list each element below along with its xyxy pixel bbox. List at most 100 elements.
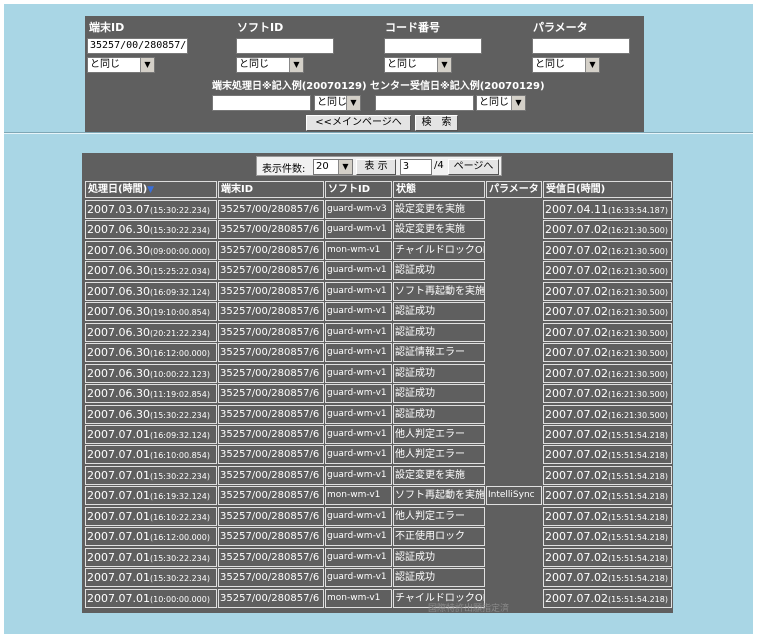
display-count-select[interactable]: 20 ▼ xyxy=(313,159,353,175)
date-value: 2007.07.02 xyxy=(545,571,608,584)
cell-process-date: 2007.07.01(10:00:00.000) xyxy=(85,589,217,608)
cell-soft-id: guard-wm-v1 xyxy=(325,302,392,321)
date-fields-label: 端末処理日※記入例(20070129) センター受信日※記入例(20070129… xyxy=(212,81,545,92)
show-button[interactable]: 表 示 xyxy=(356,159,396,175)
cell-received-date: 2007.07.02(15:51:54.218) xyxy=(543,486,672,505)
cell-received-date: 2007.07.02(16:21:30.500) xyxy=(543,220,672,239)
cell-process-date: 2007.06.30(15:25:22.034) xyxy=(85,261,217,280)
cell-status: 認証成功 xyxy=(393,405,485,424)
cell-soft-id: guard-wm-v1 xyxy=(325,282,392,301)
cell-received-date: 2007.07.02(15:51:54.218) xyxy=(543,527,672,546)
code-number-match-select[interactable]: と同じ ▼ xyxy=(384,57,452,73)
date-value: 2007.06.30 xyxy=(87,285,150,298)
cell-soft-id: guard-wm-v1 xyxy=(325,507,392,526)
cell-process-date: 2007.07.01(15:30:22.234) xyxy=(85,548,217,567)
cell-received-date: 2007.07.02(15:51:54.218) xyxy=(543,589,672,608)
date-value: 2007.07.02 xyxy=(545,264,608,277)
time-value: (16:10:00.854) xyxy=(149,451,210,460)
time-value: (16:21:30.500) xyxy=(607,349,668,358)
date-value: 2007.07.01 xyxy=(87,428,150,441)
time-value: (16:19:32.124) xyxy=(149,492,210,501)
time-value: (16:21:30.500) xyxy=(607,247,668,256)
cell-soft-id: guard-wm-v1 xyxy=(325,405,392,424)
time-value: (15:30:22.234) xyxy=(149,574,210,583)
process-date-match-select[interactable]: と同じ ▼ xyxy=(314,95,361,111)
time-value: (16:10:22.234) xyxy=(149,513,210,522)
code-number-label: コード番号 xyxy=(385,21,440,34)
select-value: と同じ xyxy=(239,59,269,70)
search-button[interactable]: 検 索 xyxy=(415,115,458,131)
cell-soft-id: guard-wm-v1 xyxy=(325,568,392,587)
cell-received-date: 2007.07.02(16:21:30.500) xyxy=(543,405,672,424)
code-number-input[interactable] xyxy=(384,38,482,54)
soft-id-input[interactable] xyxy=(236,38,334,54)
cell-terminal-id: 35257/00/280857/6 xyxy=(218,302,324,321)
results-panel: 表示件数: 20 ▼ 表 示 3 /4 ページへ 処理日(時間)▼ 端末ID ソフ… xyxy=(82,153,673,613)
select-value: 20 xyxy=(316,161,329,172)
cell-terminal-id: 35257/00/280857/6 xyxy=(218,384,324,403)
cell-process-date: 2007.06.30(16:12:00.000) xyxy=(85,343,217,362)
main-page-button[interactable]: <<メインページへ xyxy=(306,115,411,131)
date-value: 2007.07.02 xyxy=(545,530,608,543)
terminal-id-match-select[interactable]: と同じ ▼ xyxy=(87,57,155,73)
cell-status: チャイルドロックON xyxy=(393,241,485,260)
cell-soft-id: guard-wm-v1 xyxy=(325,527,392,546)
cell-status: 認証成功 xyxy=(393,261,485,280)
cell-soft-id: guard-wm-v1 xyxy=(325,466,392,485)
soft-id-match-select[interactable]: と同じ ▼ xyxy=(236,57,304,73)
date-value: 2007.06.30 xyxy=(87,387,150,400)
select-value: と同じ xyxy=(479,97,509,108)
cell-received-date: 2007.07.02(16:21:30.500) xyxy=(543,241,672,260)
date-value: 2007.07.02 xyxy=(545,285,608,298)
date-value: 2007.07.02 xyxy=(545,469,608,482)
sort-desc-icon[interactable]: ▼ xyxy=(147,185,154,195)
time-value: (15:51:54.218) xyxy=(607,492,668,501)
parameter-input[interactable] xyxy=(532,38,630,54)
time-value: (15:51:54.218) xyxy=(607,451,668,460)
date-value: 2007.06.30 xyxy=(87,244,150,257)
section-divider xyxy=(4,132,753,134)
time-value: (16:09:32.124) xyxy=(149,431,210,440)
cell-status: 認証成功 xyxy=(393,548,485,567)
time-value: (11:19:02.854) xyxy=(149,390,210,399)
date-value: 2007.07.02 xyxy=(545,408,608,421)
cell-terminal-id: 35257/00/280857/6 xyxy=(218,589,324,608)
time-value: (16:21:30.500) xyxy=(607,411,668,420)
receive-date-match-select[interactable]: と同じ ▼ xyxy=(476,95,526,111)
cell-status: 認証成功 xyxy=(393,364,485,383)
cell-process-date: 2007.07.01(16:09:32.124) xyxy=(85,425,217,444)
date-value: 2007.06.30 xyxy=(87,305,150,318)
time-value: (20:21:22.234) xyxy=(149,329,210,338)
cell-received-date: 2007.07.02(16:21:30.500) xyxy=(543,364,672,383)
cell-soft-id: guard-wm-v1 xyxy=(325,384,392,403)
center-receive-date-input[interactable] xyxy=(375,95,474,111)
cell-received-date: 2007.07.02(16:21:30.500) xyxy=(543,384,672,403)
cell-terminal-id: 35257/00/280857/6 xyxy=(218,466,324,485)
cell-status: 認証成功 xyxy=(393,384,485,403)
date-value: 2007.07.02 xyxy=(545,428,608,441)
terminal-process-date-input[interactable] xyxy=(212,95,311,111)
time-value: (16:21:30.500) xyxy=(607,390,668,399)
goto-page-button[interactable]: ページへ xyxy=(448,159,499,175)
cell-terminal-id: 35257/00/280857/6 xyxy=(218,200,324,219)
cell-process-date: 2007.07.01(15:30:22.234) xyxy=(85,568,217,587)
header-process-date-label: 処理日(時間) xyxy=(88,184,148,195)
cell-received-date: 2007.07.02(15:51:54.218) xyxy=(543,548,672,567)
cell-terminal-id: 35257/00/280857/6 xyxy=(218,425,324,444)
date-value: 2007.07.01 xyxy=(87,489,150,502)
cell-terminal-id: 35257/00/280857/6 xyxy=(218,364,324,383)
date-value: 2007.06.30 xyxy=(87,223,150,236)
parameter-match-select[interactable]: と同じ ▼ xyxy=(532,57,600,73)
header-process-date[interactable]: 処理日(時間)▼ xyxy=(85,181,217,198)
cell-soft-id: guard-wm-v1 xyxy=(325,343,392,362)
time-value: (15:51:54.218) xyxy=(607,472,668,481)
dropdown-arrow-icon: ▼ xyxy=(511,96,525,110)
cell-received-date: 2007.07.02(15:51:54.218) xyxy=(543,425,672,444)
dropdown-arrow-icon: ▼ xyxy=(140,58,154,72)
terminal-id-input[interactable]: 35257/00/280857/ xyxy=(87,38,188,54)
cell-status: 不正使用ロック xyxy=(393,527,485,546)
page-number-input[interactable]: 3 xyxy=(400,159,432,175)
cell-received-date: 2007.07.02(16:21:30.500) xyxy=(543,323,672,342)
cell-terminal-id: 35257/00/280857/6 xyxy=(218,486,324,505)
date-value: 2007.07.02 xyxy=(545,244,608,257)
